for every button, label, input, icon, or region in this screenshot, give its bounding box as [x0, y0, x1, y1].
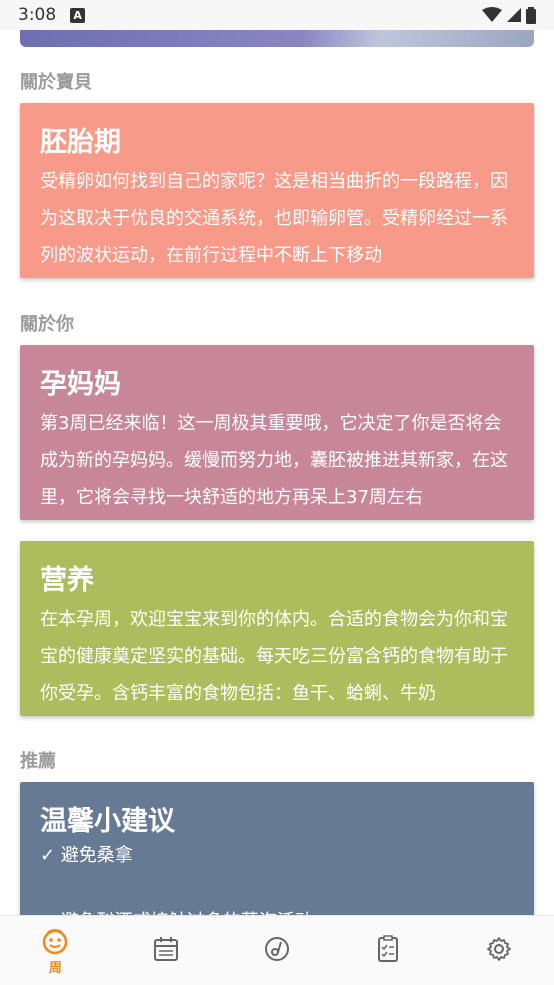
gear-icon	[486, 937, 511, 961]
card-title: 温馨小建议	[40, 806, 175, 837]
card-title: 孕妈妈	[40, 369, 121, 400]
section-label-about-you: 關於你	[20, 314, 74, 335]
bottom-nav: 周	[0, 915, 554, 985]
card-embryo[interactable]: 胚胎期 受精卵如何找到自己的家呢？这是相当曲折的一段路程，因为这取决于优良的交通…	[20, 103, 534, 278]
nav-item-music[interactable]	[237, 916, 317, 985]
checklist-icon	[377, 935, 398, 962]
notification-a-icon: A	[70, 7, 86, 23]
wifi-icon	[482, 7, 502, 22]
card-text: 受精卵如何找到自己的家呢？这是相当曲折的一段路程，因为这取决于优良的交通系统，也…	[40, 171, 508, 266]
card-text: 在本孕周，欢迎宝宝来到你的体内。合适的食物会为你和宝宝的健康奠定坚实的基础。每天…	[40, 609, 508, 704]
calendar-icon	[154, 937, 179, 961]
header-banner-image	[20, 30, 534, 47]
card-nutrition[interactable]: 营养 在本孕周，欢迎宝宝来到你的体内。合适的食物会为你和宝宝的健康奠定坚实的基础…	[20, 541, 534, 716]
section-label-about-baby: 關於寶貝	[20, 72, 92, 93]
battery-icon	[526, 6, 536, 24]
nav-item-week[interactable]: 周	[15, 916, 95, 985]
card-text: 第3周已经来临！这一周极其重要哦，它决定了你是否将会成为新的孕妈妈。缓慢而努力地…	[40, 413, 508, 508]
signal-icon	[507, 8, 521, 22]
nav-label-week: 周	[48, 961, 62, 976]
tip-line: ✓ 避免桑拿	[40, 845, 133, 866]
section-label-recommend: 推薦	[20, 751, 56, 772]
nav-item-calendar[interactable]	[126, 916, 206, 985]
nav-item-settings[interactable]	[459, 916, 539, 985]
music-disc-icon	[264, 937, 289, 961]
nav-item-checklist[interactable]	[348, 916, 428, 985]
card-mom[interactable]: 孕妈妈 第3周已经来临！这一周极其重要哦，它决定了你是否将会成为新的孕妈妈。缓慢…	[20, 345, 534, 520]
status-time: 3:08	[18, 5, 57, 25]
card-title: 胚胎期	[40, 127, 121, 158]
card-title: 营养	[40, 565, 94, 596]
status-bar: 3:08 A	[0, 0, 554, 30]
smile-icon	[43, 929, 68, 955]
